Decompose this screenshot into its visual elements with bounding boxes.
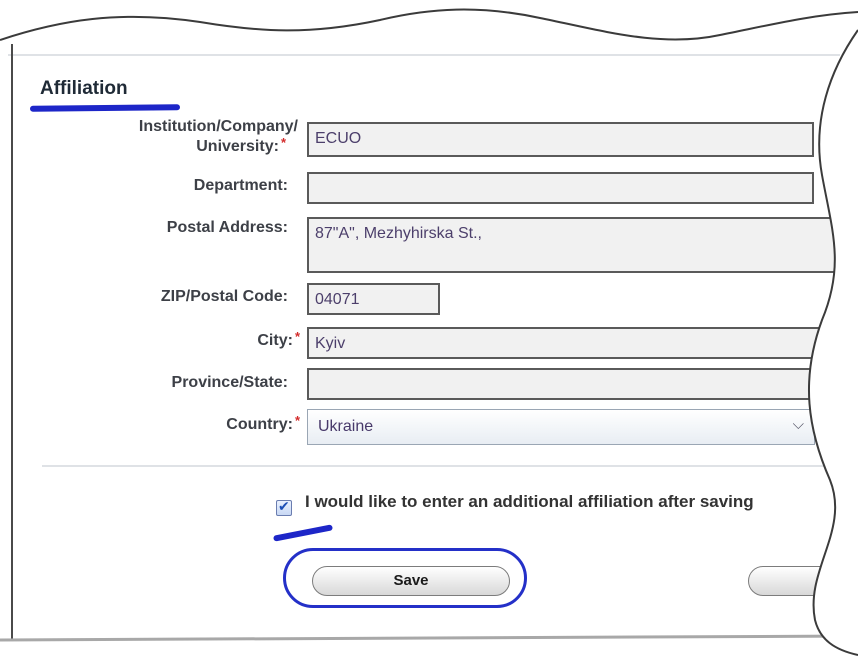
screenshot-stage: Affiliation Institution/Company/ Univers… — [0, 0, 858, 659]
right-tear-edge — [807, 29, 858, 656]
